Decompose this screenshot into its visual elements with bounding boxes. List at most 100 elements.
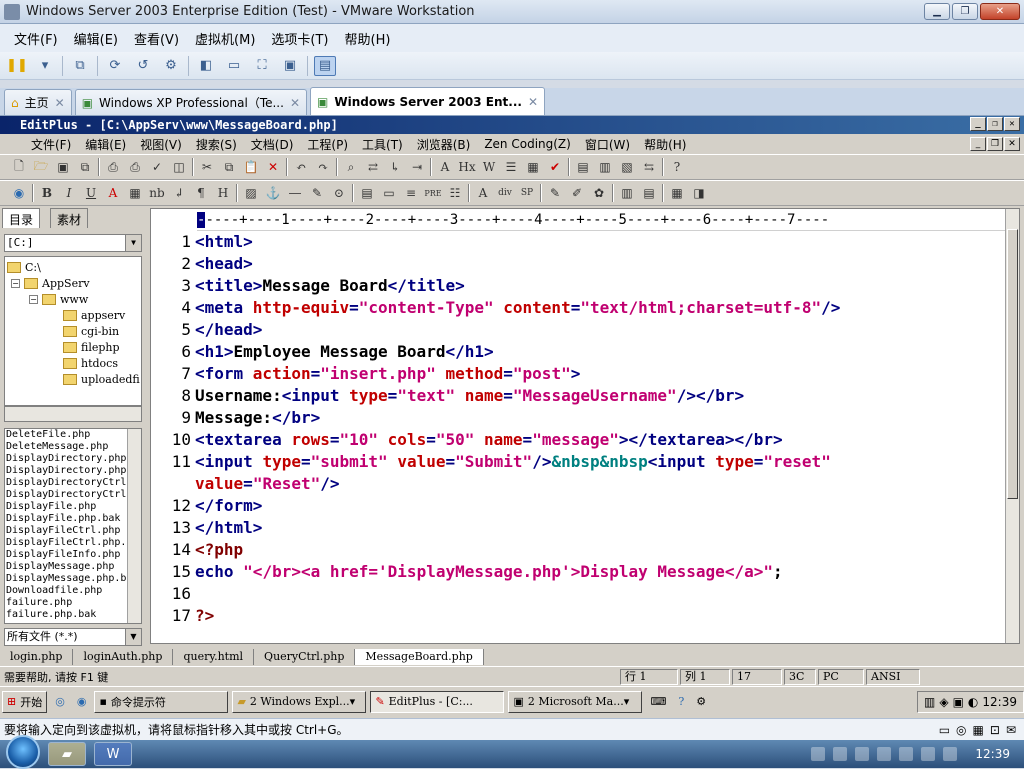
file-list[interactable]: DeleteFile.php DeleteMessage.php Display…	[4, 428, 142, 624]
toolbar-icon[interactable]: ⌨	[646, 690, 671, 713]
taskbar-explorer-icon[interactable]: ▰	[48, 742, 86, 766]
tray-volume-icon[interactable]	[943, 747, 958, 761]
paragraph-icon[interactable]: ¶	[192, 184, 210, 202]
file-filter-select[interactable]: 所有文件 (*.*) ▼	[4, 628, 142, 646]
line-number-icon[interactable]: ☰	[502, 158, 520, 176]
pause-icon[interactable]: ❚❚	[6, 56, 28, 76]
spell-check-icon[interactable]: ✓	[148, 158, 166, 176]
list-item[interactable]: DeleteMessage.php	[6, 441, 141, 453]
menu-view[interactable]: 视图(V)	[133, 136, 189, 153]
line-break-icon[interactable]: ↲	[170, 184, 188, 202]
collapse-icon[interactable]: −	[29, 295, 38, 304]
tile-icon[interactable]: ▤	[574, 158, 592, 176]
print-icon[interactable]: ⎙	[126, 158, 144, 176]
taskbar-word-icon[interactable]: W	[94, 742, 132, 766]
doc-tab-messageboard[interactable]: MessageBoard.php	[355, 649, 484, 665]
menu-tools[interactable]: 工具(T)	[355, 136, 410, 153]
menu-help[interactable]: 帮助(H)	[637, 136, 693, 153]
quicklaunch-ie-icon[interactable]: ◎	[51, 690, 69, 713]
nbsp-icon[interactable]: nb	[148, 184, 166, 202]
menu-file[interactable]: 文件(F)	[24, 136, 78, 153]
bold-icon[interactable]: B	[38, 184, 56, 202]
table-icon[interactable]: ▤	[358, 184, 376, 202]
find-icon[interactable]: ⌕	[342, 158, 360, 176]
list-item[interactable]: DisplayFileCtrl.php	[6, 525, 141, 537]
close-tab-icon[interactable]: ✕	[55, 96, 65, 110]
code-text-area[interactable]: <html> <head> <title>Message Board</title>…	[195, 231, 1007, 641]
doc-tab-queryctrl[interactable]: QueryCtrl.php	[254, 649, 356, 665]
chevron-down-icon[interactable]: ▼	[125, 235, 141, 251]
console-view-icon[interactable]: ▭	[223, 56, 245, 76]
doc-restore-button[interactable]: ❐	[987, 137, 1003, 151]
hr-icon[interactable]: ―	[286, 184, 304, 202]
usb-icon[interactable]: ⊡	[990, 723, 1000, 737]
scrollbar-thumb[interactable]	[1007, 229, 1018, 499]
italic-icon[interactable]: I	[60, 184, 78, 202]
list-item[interactable]: DisplayFileCtrl.php.	[6, 537, 141, 549]
start-button[interactable]: ⊞ 开始	[2, 690, 48, 713]
cascade-icon[interactable]: ▥	[596, 158, 614, 176]
check-icon[interactable]: ✔	[546, 158, 564, 176]
snapshot-icon[interactable]: ⟳	[104, 56, 126, 76]
tab-directory[interactable]: 目录	[2, 208, 41, 228]
doc-tab-loginauth[interactable]: loginAuth.php	[73, 649, 174, 665]
doc-minimize-button[interactable]: _	[970, 137, 986, 151]
folder-tree[interactable]: C:\ − AppServ − www appserv cgi-bin fileph…	[4, 256, 142, 406]
indent-icon[interactable]: ⇥	[408, 158, 426, 176]
tray-app-icon[interactable]	[811, 747, 826, 761]
copy-icon[interactable]: ⧉	[220, 158, 238, 176]
menu-project[interactable]: 工程(P)	[300, 136, 355, 153]
menu-document[interactable]: 文档(D)	[244, 136, 301, 153]
list-item[interactable]: DisplayDirectory.php	[6, 465, 141, 477]
tray-monitor-icon[interactable]	[921, 747, 936, 761]
volume-icon[interactable]: ◐	[968, 695, 978, 709]
guest-screen[interactable]: EditPlus - [C:\AppServ\www\MessageBoard.…	[0, 116, 1024, 740]
new-file-icon[interactable]: 🗋	[10, 158, 28, 176]
tab-windows-server-2003[interactable]: ▣ Windows Server 2003 Ent... ✕	[310, 87, 546, 115]
code-editor[interactable]: -----+----1----+----2----+----3----+----…	[150, 208, 1020, 644]
tree-node-filephp[interactable]: filephp	[63, 341, 120, 354]
paste-icon[interactable]: 📋	[242, 158, 260, 176]
tray-network-icon[interactable]	[877, 747, 892, 761]
comment-icon[interactable]: ⊙	[330, 184, 348, 202]
taskbar-item-editplus[interactable]: ✎ EditPlus - [C:...	[370, 690, 505, 713]
close-button[interactable]: ✕	[1004, 117, 1020, 131]
security-icon[interactable]: ◈	[939, 695, 948, 709]
menu-edit[interactable]: 编辑(E)	[66, 29, 126, 48]
taskbar-item-cmd[interactable]: ▪ 命令提示符	[94, 690, 229, 713]
list-item[interactable]: DisplayDirectoryCtrl	[6, 477, 141, 489]
redo-icon[interactable]: ↷	[314, 158, 332, 176]
unity-icon[interactable]: ▣	[279, 56, 301, 76]
column-icon[interactable]: ▦	[524, 158, 542, 176]
doc-close-button[interactable]: ✕	[1004, 137, 1020, 151]
save-all-icon[interactable]: ⧉	[76, 158, 94, 176]
div-icon[interactable]: div	[496, 184, 514, 202]
settings-icon[interactable]: ⚙	[692, 690, 711, 713]
tab-cliptext[interactable]: 素材	[50, 208, 89, 228]
tray-shield-icon[interactable]	[855, 747, 870, 761]
tree-node-appserv[interactable]: − AppServ	[11, 277, 90, 290]
save-icon[interactable]: ▣	[54, 158, 72, 176]
tree-node-c[interactable]: C:\	[7, 261, 41, 274]
list-item[interactable]: DisplayFileInfo.php	[6, 549, 141, 561]
tree-node-www[interactable]: − www	[29, 293, 88, 306]
list-item[interactable]: DisplayMessage.php	[6, 561, 141, 573]
restore-button[interactable]: ❐	[952, 3, 978, 20]
tray-clipboard-icon[interactable]	[899, 747, 914, 761]
replace-icon[interactable]: ⇄	[364, 158, 382, 176]
list-item[interactable]: DisplayFile.php.bak	[6, 513, 141, 525]
tree-horizontal-scrollbar[interactable]	[4, 406, 142, 422]
tree-node-uploadedfi[interactable]: uploadedfi	[63, 373, 140, 386]
network-icon[interactable]: ▥	[924, 695, 935, 709]
browser-preview-icon[interactable]: ◫	[170, 158, 188, 176]
menu-file[interactable]: 文件(F)	[6, 29, 66, 48]
hex-icon[interactable]: Hx	[458, 158, 476, 176]
list-item[interactable]: failure.php.bak	[6, 609, 141, 621]
tree-node-cgi-bin[interactable]: cgi-bin	[63, 325, 119, 338]
minimize-button[interactable]: ▁	[924, 3, 950, 20]
taskbar-item-explorer[interactable]: ▰ 2 Windows Expl... ▾	[232, 690, 367, 713]
menu-zen-coding[interactable]: Zen Coding(Z)	[477, 137, 578, 151]
menu-search[interactable]: 搜索(S)	[189, 136, 244, 153]
close-tab-icon[interactable]: ✕	[528, 95, 538, 109]
panel-icon[interactable]: ▥	[618, 184, 636, 202]
